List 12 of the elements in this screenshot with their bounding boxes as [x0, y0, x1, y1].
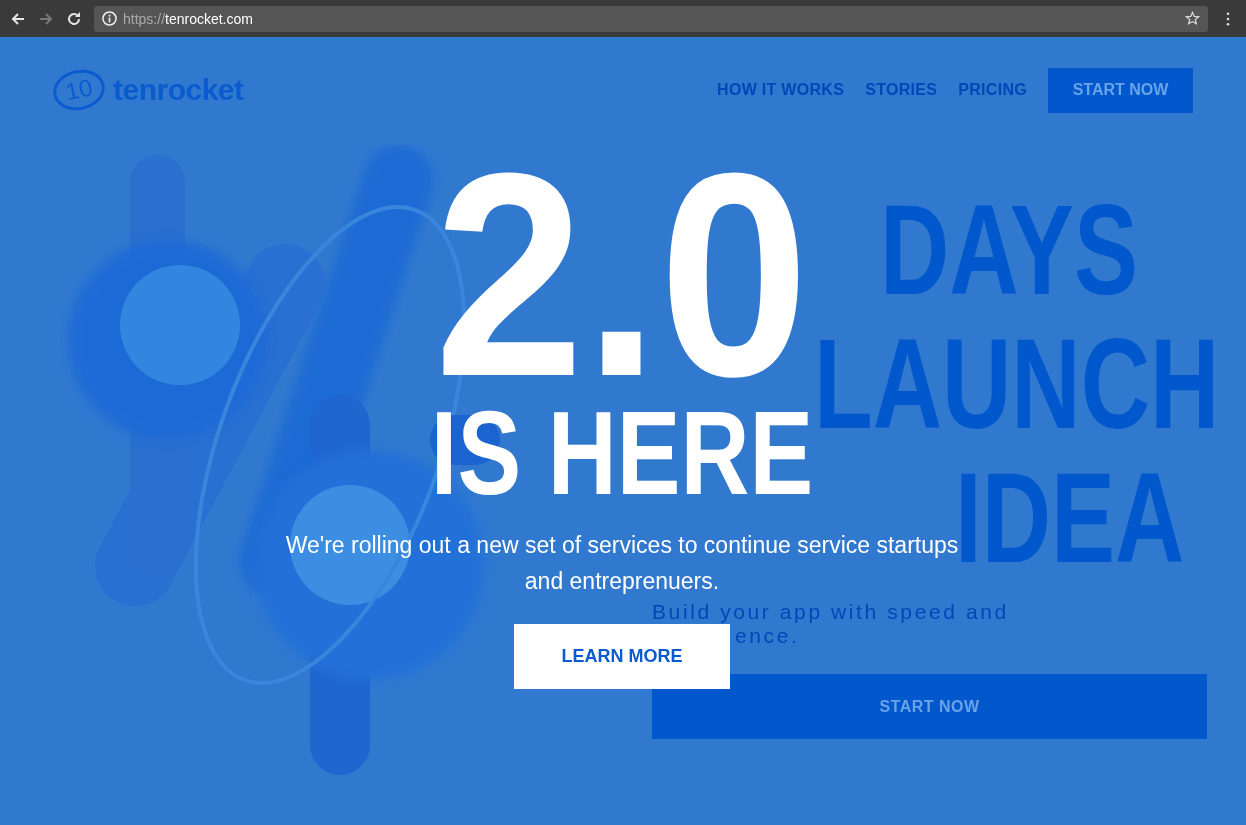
start-now-button[interactable]: START NOW — [652, 674, 1207, 739]
info-icon — [102, 11, 117, 26]
version-number: 2.0 — [434, 155, 810, 393]
start-now-button[interactable]: START NOW — [1048, 67, 1193, 113]
announcement-title: IS HERE — [430, 405, 814, 502]
learn-more-button[interactable]: LEARN MORE — [514, 624, 730, 689]
star-icon[interactable] — [1185, 11, 1200, 26]
menu-icon[interactable] — [1226, 11, 1230, 26]
address-bar[interactable]: https://tenrocket.com — [94, 5, 1208, 32]
back-arrow-icon[interactable] — [10, 10, 26, 27]
url-text: https://tenrocket.com — [123, 10, 254, 27]
reload-icon[interactable] — [66, 10, 82, 27]
